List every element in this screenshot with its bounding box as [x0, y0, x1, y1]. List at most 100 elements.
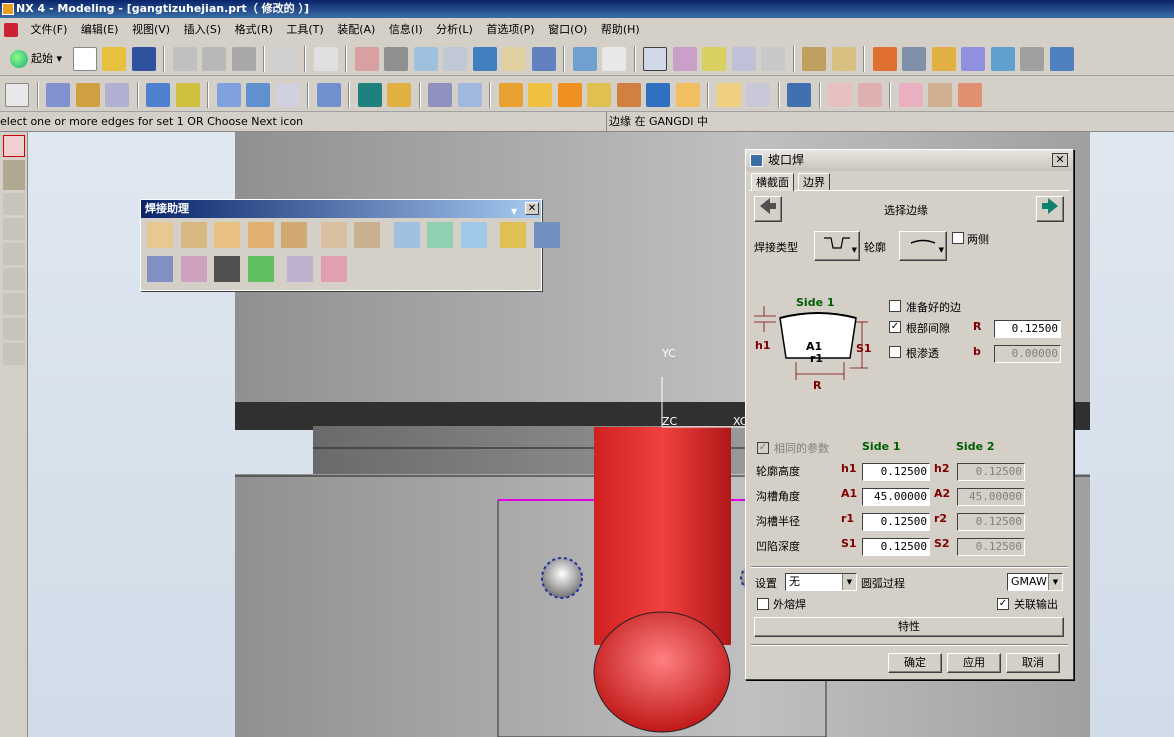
point-constructor-icon[interactable] — [3, 160, 25, 190]
menu-tools[interactable]: 工具(T) — [281, 18, 328, 42]
open-folder-icon[interactable] — [102, 47, 127, 71]
sew-icon[interactable] — [646, 83, 670, 107]
hole-icon[interactable] — [316, 83, 341, 107]
crosshair-tool-icon[interactable] — [3, 343, 25, 365]
menu-information[interactable]: 信息(I) — [384, 18, 428, 42]
menu-edit[interactable]: 编辑(E) — [76, 18, 124, 42]
draft-icon[interactable] — [528, 83, 552, 107]
plug-weld-icon[interactable] — [214, 222, 240, 248]
undo-icon[interactable] — [272, 47, 297, 71]
revolve-icon[interactable] — [75, 83, 100, 107]
menu-view[interactable]: 视图(V) — [127, 18, 175, 42]
line-tool-icon[interactable] — [3, 193, 25, 215]
assembly-icon[interactable] — [872, 47, 897, 71]
contour-height-side1-input[interactable]: 0.12500 — [862, 463, 930, 481]
spline-icon[interactable] — [928, 83, 952, 107]
settings-select[interactable]: 无 ▼ — [785, 573, 857, 591]
shell-icon[interactable] — [498, 83, 523, 107]
chamfer-icon[interactable] — [457, 83, 482, 107]
exploded-view-icon[interactable] — [1049, 47, 1074, 71]
root-penetration-input[interactable]: 0.00000 — [994, 345, 1061, 363]
both-sides-checkbox[interactable] — [952, 232, 964, 244]
instance-icon[interactable] — [787, 83, 811, 107]
arc-process-select[interactable]: GMAW ▼ — [1007, 573, 1063, 591]
weld-edit-icon[interactable] — [180, 256, 207, 282]
wcs-display-icon[interactable] — [761, 47, 786, 71]
tab-boundary[interactable]: 边界 — [798, 173, 830, 191]
apply-button[interactable]: 应用 — [947, 653, 1001, 673]
measure-angle-icon[interactable] — [831, 47, 856, 71]
circle-tool-icon[interactable] — [3, 318, 25, 340]
menu-analysis[interactable]: 分析(L) — [431, 18, 478, 42]
spot-weld-icon[interactable] — [281, 222, 307, 248]
weld-point-icon[interactable] — [393, 222, 420, 248]
associative-output-checkbox[interactable]: ✓ — [997, 598, 1009, 610]
groove-angle-side1-input[interactable]: 45.00000 — [862, 488, 930, 506]
root-gap-input[interactable]: 0.12500 — [994, 320, 1061, 338]
weld-check-icon[interactable] — [247, 256, 274, 282]
offset-face-icon[interactable] — [587, 83, 611, 107]
perspective-icon[interactable] — [531, 47, 556, 71]
zoom-magnifier-icon[interactable] — [443, 47, 468, 71]
selection-filter-icon[interactable] — [313, 47, 338, 71]
sweep-icon[interactable] — [105, 83, 129, 107]
tangent-tool-icon[interactable] — [3, 268, 25, 290]
arc-icon[interactable] — [857, 83, 882, 107]
weld-inspect-icon[interactable] — [214, 256, 240, 282]
previous-step-button[interactable] — [754, 196, 782, 222]
menu-assembly[interactable]: 装配(A) — [332, 18, 380, 42]
menu-help[interactable]: 帮助(H) — [596, 18, 645, 42]
edge-weld-icon[interactable] — [320, 222, 347, 248]
extrude-icon[interactable] — [46, 83, 70, 107]
snap-point-icon[interactable] — [3, 135, 25, 157]
array-component-icon[interactable] — [990, 47, 1015, 71]
contour-height-side2-input[interactable]: 0.12500 — [957, 463, 1025, 481]
split-body-icon[interactable] — [746, 83, 770, 107]
seam-weld-icon[interactable] — [354, 222, 380, 248]
menu-window[interactable]: 窗口(O) — [543, 18, 592, 42]
measure-distance-icon[interactable] — [802, 47, 827, 71]
line-icon[interactable] — [828, 83, 852, 107]
polyline-tool-icon[interactable] — [3, 218, 25, 240]
groove-angle-side2-input[interactable]: 45.00000 — [957, 488, 1025, 506]
wcs-icon[interactable] — [643, 47, 668, 71]
root-gap-checkbox[interactable]: ✓ — [889, 321, 901, 333]
replace-component-icon[interactable] — [1020, 47, 1045, 71]
weld-template-icon[interactable] — [147, 256, 173, 282]
start-button[interactable]: 起始 ▾ — [6, 47, 66, 71]
weld-marker-icon[interactable] — [460, 222, 487, 248]
save-icon[interactable] — [131, 47, 156, 71]
wcs-origin-icon[interactable] — [672, 47, 697, 71]
ok-button[interactable]: 确定 — [888, 653, 942, 673]
wcs-rotate-icon[interactable] — [702, 47, 727, 71]
paste-icon[interactable] — [231, 47, 256, 71]
recess-depth-side2-input[interactable]: 0.12500 — [957, 538, 1025, 556]
curve-tool-icon[interactable] — [3, 243, 25, 265]
weld-bead-icon[interactable] — [427, 222, 453, 248]
dialog-close-icon[interactable]: ✕ — [1052, 153, 1068, 167]
offset-curve-icon[interactable] — [957, 83, 982, 107]
center-point-icon[interactable] — [3, 293, 25, 315]
zoom-in-out-icon[interactable] — [413, 47, 438, 71]
add-component-icon[interactable] — [902, 47, 927, 71]
fit-view-icon[interactable] — [354, 47, 379, 71]
zoom-icon[interactable] — [384, 47, 409, 71]
root-penetration-checkbox[interactable] — [889, 346, 901, 358]
sketch-icon[interactable] — [5, 83, 29, 107]
trim-body-icon[interactable] — [557, 83, 582, 107]
same-params-checkbox[interactable]: ✓ — [757, 442, 769, 454]
groove-weld-icon[interactable] — [180, 222, 207, 248]
next-step-button[interactable] — [1036, 196, 1064, 222]
weld-type-selector[interactable]: ▼ — [814, 231, 860, 261]
datum-csys-icon[interactable] — [275, 83, 300, 107]
wcs-orient-icon[interactable] — [731, 47, 756, 71]
prepared-edge-checkbox[interactable] — [889, 300, 901, 312]
render-style-icon[interactable] — [572, 47, 597, 71]
menu-format[interactable]: 格式(R) — [230, 18, 278, 42]
unite-icon[interactable] — [357, 83, 382, 107]
contour-selector[interactable]: ▼ — [899, 231, 947, 261]
basic-curves-icon[interactable] — [898, 83, 923, 107]
copy-icon[interactable] — [202, 47, 227, 71]
groove-radius-side1-input[interactable]: 0.12500 — [862, 513, 930, 531]
weld-csys-icon[interactable] — [287, 256, 313, 282]
